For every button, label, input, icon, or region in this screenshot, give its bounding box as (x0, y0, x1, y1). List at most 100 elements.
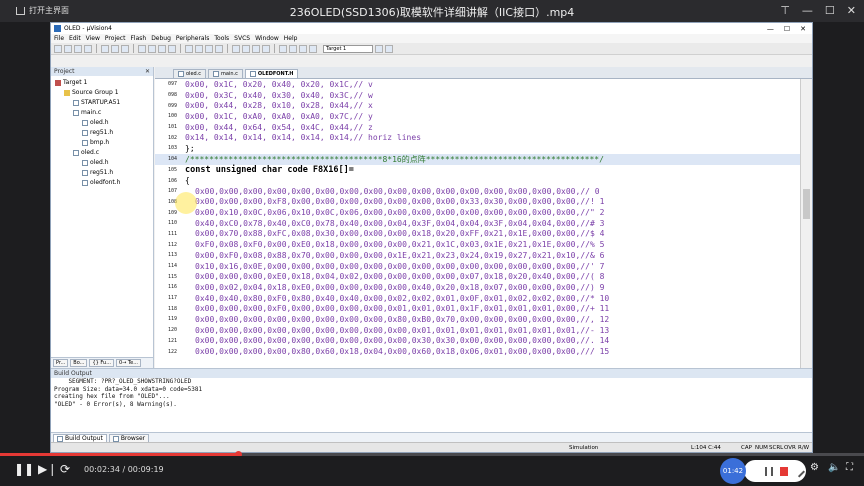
pin-icon[interactable]: ⊤ (780, 4, 790, 17)
find-icon[interactable] (232, 44, 240, 53)
save-all-icon[interactable] (84, 44, 92, 53)
tree-item[interactable]: STARTUP.A51 (51, 98, 153, 108)
redo-icon[interactable] (148, 44, 156, 53)
project-panel-tab[interactable]: Pr... (53, 359, 69, 367)
maximize-icon[interactable]: ☐ (825, 4, 835, 17)
code-line[interactable]: 103}; (155, 143, 800, 154)
code-line[interactable]: 114 0x10,0x16,0x0E,0x00,0x00,0x00,0x00,0x… (155, 261, 800, 272)
code-line[interactable]: 108 0x00,0x00,0x00,0xF8,0x00,0x00,0x00,0x… (155, 197, 800, 208)
code-line[interactable]: 101 0x00, 0x44, 0x64, 0x54, 0x4C, 0x44,//… (155, 122, 800, 133)
rebuild-icon[interactable] (299, 44, 307, 53)
code-line[interactable]: 099 0x00, 0x44, 0x28, 0x10, 0x28, 0x44,//… (155, 100, 800, 111)
settings-icon[interactable] (262, 44, 270, 53)
code-line[interactable]: 121 0x00,0x00,0x00,0x00,0x00,0x00,0x00,0x… (155, 336, 800, 347)
menu-help[interactable]: Help (284, 35, 298, 42)
project-panel-tab[interactable]: Bo... (70, 359, 88, 367)
code-line[interactable]: 098 0x00, 0x3C, 0x40, 0x30, 0x40, 0x3C,//… (155, 90, 800, 101)
scrollbar-thumb[interactable] (803, 189, 810, 219)
tree-item[interactable]: main.c (51, 108, 153, 118)
menu-view[interactable]: View (86, 35, 100, 42)
cut-icon[interactable] (101, 44, 109, 53)
minimize-icon[interactable]: — (802, 4, 813, 17)
save-icon[interactable] (74, 44, 82, 53)
volume-icon[interactable]: 🔈 (828, 462, 840, 473)
close-icon[interactable]: ✕ (847, 4, 856, 17)
tree-item[interactable]: Target 1 (51, 78, 153, 88)
tree-item[interactable]: oledfont.h (51, 178, 153, 188)
code-line[interactable]: 122 0x00,0x00,0x00,0x00,0x80,0x60,0x18,0x… (155, 346, 800, 357)
target-options-icon[interactable] (375, 44, 383, 53)
pause-recording-icon[interactable] (764, 466, 773, 476)
outdent-icon[interactable] (205, 44, 213, 53)
tree-item[interactable]: oled.h (51, 118, 153, 128)
translate-icon[interactable] (279, 44, 287, 53)
indent-icon[interactable] (195, 44, 203, 53)
code-line[interactable]: 113 0x00,0xF0,0x08,0x88,0x70,0x00,0x00,0x… (155, 250, 800, 261)
code-line[interactable]: 112 0xF0,0x08,0xF0,0x00,0xE0,0x18,0x00,0x… (155, 239, 800, 250)
close-icon[interactable]: ✕ (800, 25, 806, 33)
menu-window[interactable]: Window (255, 35, 279, 42)
editor-tab[interactable]: OLEDFONT.H (244, 69, 299, 78)
code-area[interactable]: 097 0x00, 0x1C, 0x20, 0x40, 0x20, 0x1C,//… (155, 79, 800, 368)
tree-item[interactable]: reg51.h (51, 168, 153, 178)
build-icon[interactable] (289, 44, 297, 53)
code-line[interactable]: 119 0x00,0x00,0x00,0x00,0x00,0x00,0x00,0x… (155, 314, 800, 325)
menu-debug[interactable]: Debug (151, 35, 171, 42)
code-line[interactable]: 100 0x00, 0x1C, 0xA0, 0xA0, 0xA0, 0x7C,//… (155, 111, 800, 122)
code-line[interactable]: 115 0x00,0x00,0x00,0xE0,0x18,0x04,0x02,0x… (155, 271, 800, 282)
comment-icon[interactable] (215, 44, 223, 53)
target-select[interactable]: Target 1 (323, 44, 373, 53)
code-line[interactable]: 105 const unsigned char code F8X16[]= (155, 165, 800, 176)
code-line[interactable]: 118 0x00,0x00,0x00,0xF0,0x00,0x00,0x00,0x… (155, 303, 800, 314)
open-file-icon[interactable] (64, 44, 72, 53)
menu-tools[interactable]: Tools (214, 35, 229, 42)
code-line[interactable]: 097 0x00, 0x1C, 0x20, 0x40, 0x20, 0x1C,//… (155, 79, 800, 90)
code-line[interactable]: 111 0x00,0x70,0x88,0xFC,0x08,0x30,0x00,0x… (155, 229, 800, 240)
tree-item[interactable]: oled.c (51, 148, 153, 158)
code-line[interactable]: 109 0x00,0x10,0x0C,0x06,0x10,0x0C,0x06,0x… (155, 207, 800, 218)
code-line[interactable]: 107 0x00,0x00,0x00,0x00,0x00,0x00,0x00,0x… (155, 186, 800, 197)
pen-icon[interactable] (792, 464, 805, 478)
nav-forward-icon[interactable] (168, 44, 176, 53)
code-line[interactable]: 102 0x14, 0x14, 0x14, 0x14, 0x14, 0x14,//… (155, 132, 800, 143)
bookmark-icon[interactable] (185, 44, 193, 53)
menu-peripherals[interactable]: Peripherals (176, 35, 209, 42)
undo-icon[interactable] (138, 44, 146, 53)
loop-icon[interactable]: ⟳ (60, 462, 70, 476)
project-panel-tab[interactable]: {} Fu... (89, 359, 114, 367)
settings-icon[interactable]: ⚙ (810, 462, 819, 473)
copy-icon[interactable] (111, 44, 119, 53)
record-icon[interactable] (779, 466, 788, 476)
code-line[interactable]: 110 0x40,0xC0,0x78,0x40,0xC0,0x78,0x40,0x… (155, 218, 800, 229)
code-line[interactable]: 117 0x40,0x40,0x80,0xF0,0x80,0x40,0x40,0x… (155, 293, 800, 304)
pause-icon[interactable]: ❚❚ (14, 462, 34, 476)
tree-item[interactable]: reg51.h (51, 128, 153, 138)
debug-icon[interactable] (242, 44, 250, 53)
editor-vertical-scrollbar[interactable] (800, 79, 812, 368)
maximize-icon[interactable]: ☐ (784, 25, 790, 33)
minimize-icon[interactable]: — (767, 25, 774, 33)
menu-edit[interactable]: Edit (69, 35, 81, 42)
close-icon[interactable]: ✕ (145, 67, 153, 76)
next-icon[interactable]: ▶❘ (38, 462, 57, 476)
code-line[interactable]: 120 0x00,0x00,0x00,0x00,0x00,0x00,0x00,0x… (155, 325, 800, 336)
menu-flash[interactable]: Flash (130, 35, 146, 42)
tree-item[interactable]: oled.h (51, 158, 153, 168)
manage-components-icon[interactable] (385, 44, 393, 53)
breakpoint-icon[interactable] (252, 44, 260, 53)
fullscreen-icon[interactable]: ⛶ (846, 462, 853, 473)
menu-svcs[interactable]: SVCS (234, 35, 250, 42)
editor-tab[interactable]: oled.c (173, 69, 207, 78)
editor-tab[interactable]: main.c (208, 69, 243, 78)
project-panel-tab[interactable]: 0→ Te... (115, 359, 141, 367)
new-file-icon[interactable] (54, 44, 62, 53)
code-line[interactable]: 106 { (155, 175, 800, 186)
load-icon[interactable] (309, 44, 317, 53)
paste-icon[interactable] (121, 44, 129, 53)
code-line[interactable]: 116 0x00,0x02,0x04,0x18,0xE0,0x00,0x00,0x… (155, 282, 800, 293)
code-line[interactable]: 104 /************************************… (155, 153, 800, 165)
menu-file[interactable]: File (54, 35, 64, 42)
nav-back-icon[interactable] (158, 44, 166, 53)
menu-project[interactable]: Project (105, 35, 126, 42)
tree-item[interactable]: Source Group 1 (51, 88, 153, 98)
